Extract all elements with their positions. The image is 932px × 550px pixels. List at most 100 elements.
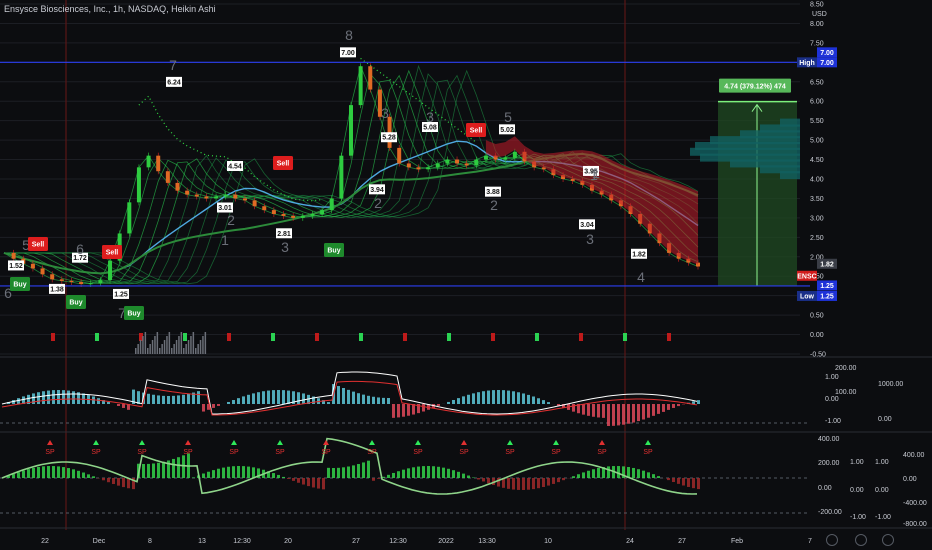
macd-histogram-bar bbox=[107, 402, 110, 404]
wave-count-label: 3 bbox=[281, 239, 289, 255]
osc-histogram-bar bbox=[522, 478, 525, 490]
macd-histogram-bar bbox=[272, 390, 275, 404]
osc-histogram-bar bbox=[447, 468, 450, 478]
macd-histogram-bar bbox=[602, 404, 605, 418]
signal-text: Sell bbox=[470, 128, 483, 135]
candle-body bbox=[11, 252, 16, 259]
osc-histogram-bar bbox=[277, 474, 280, 478]
osc-histogram-bar bbox=[532, 478, 535, 490]
volume-marker bbox=[535, 333, 539, 341]
macd-histogram-bar bbox=[492, 390, 495, 404]
log-scale-icon[interactable] bbox=[855, 534, 867, 546]
osc-marker-text: SP bbox=[551, 449, 561, 456]
candle-body bbox=[252, 200, 257, 207]
osc-marker-text: SP bbox=[643, 449, 653, 456]
candle-body bbox=[204, 196, 209, 199]
volume-bar bbox=[159, 348, 161, 354]
price-label-text: 3.01 bbox=[218, 205, 232, 212]
osc-far-tick: 400.00 bbox=[903, 452, 925, 459]
macd-histogram-bar bbox=[217, 404, 220, 406]
candle-body bbox=[40, 268, 45, 275]
volume-marker bbox=[447, 333, 451, 341]
price-label-text: 1.52 bbox=[9, 263, 23, 270]
osc-histogram-bar bbox=[507, 478, 510, 489]
macd-histogram-bar bbox=[177, 395, 180, 404]
macd-histogram-bar bbox=[512, 391, 515, 404]
macd-left-tick: 100.00 bbox=[835, 389, 857, 396]
osc-histogram-bar bbox=[437, 466, 440, 478]
macd-histogram-bar bbox=[657, 404, 660, 414]
wave-count-label: 1 bbox=[590, 167, 598, 183]
osc-histogram-bar bbox=[252, 467, 255, 478]
osc-histogram-bar bbox=[617, 466, 620, 478]
volume-bar bbox=[163, 340, 166, 354]
candle-body bbox=[397, 147, 402, 164]
macd-histogram-bar bbox=[692, 401, 695, 404]
osc-marker-arrow bbox=[599, 440, 605, 445]
auto-scale-icon[interactable] bbox=[882, 534, 894, 546]
osc-left-tick: 400.00 bbox=[818, 436, 840, 443]
candle-body bbox=[281, 214, 286, 216]
wave-count-label: 2 bbox=[227, 212, 235, 228]
macd-histogram-bar bbox=[402, 404, 405, 417]
osc-marker-text: SP bbox=[367, 449, 377, 456]
macd-left-tick: 200.00 bbox=[835, 365, 857, 372]
macd-histogram-bar bbox=[297, 392, 300, 404]
settings-icon[interactable] bbox=[826, 534, 838, 546]
osc-histogram-bar bbox=[342, 467, 345, 478]
volume-marker bbox=[271, 333, 275, 341]
macd-left-tick: 0.00 bbox=[825, 396, 839, 403]
osc-histogram-bar bbox=[677, 478, 680, 484]
macd-histogram-bar bbox=[197, 391, 200, 404]
price-label-text: 1.38 bbox=[50, 286, 64, 293]
osc-histogram-bar bbox=[357, 464, 360, 478]
osc-histogram-bar bbox=[37, 466, 40, 478]
candle-body bbox=[59, 279, 64, 281]
candle-body bbox=[108, 260, 113, 281]
volume-bar bbox=[137, 344, 139, 354]
macd-histogram-bar bbox=[627, 404, 630, 424]
chart-canvas[interactable]: 8.50 8.00 7.50 7.00 6.50 6.00 5.50 5.00 4.50 4.00… bbox=[0, 0, 932, 550]
macd-histogram-bar bbox=[72, 391, 75, 404]
osc-histogram-bar bbox=[392, 472, 395, 478]
time-tick-label: 27 bbox=[352, 538, 360, 545]
osc-histogram-bar bbox=[42, 466, 45, 478]
volume-marker bbox=[491, 333, 495, 341]
osc-histogram-bar bbox=[67, 468, 70, 478]
time-tick-label: 13 bbox=[198, 538, 206, 545]
candle-body bbox=[146, 155, 151, 168]
candle-body bbox=[406, 163, 411, 168]
osc-marker-arrow bbox=[277, 440, 283, 445]
macd-histogram-bar bbox=[367, 395, 370, 404]
macd-histogram-bar bbox=[497, 390, 500, 404]
volume-marker bbox=[227, 333, 231, 341]
trailing-stop-dots bbox=[138, 95, 323, 202]
osc-histogram-bar bbox=[82, 472, 85, 478]
volume-bar bbox=[149, 344, 151, 354]
macd-histogram-bar bbox=[522, 393, 525, 404]
osc-histogram-bar bbox=[207, 471, 210, 478]
osc-marker-arrow bbox=[231, 440, 237, 445]
osc-histogram-bar bbox=[387, 474, 390, 478]
volume-bar bbox=[175, 340, 178, 354]
osc-histogram-bar bbox=[17, 472, 20, 478]
macd-histogram-bar bbox=[597, 404, 600, 418]
price-label-text: 5.08 bbox=[423, 125, 437, 132]
chart-root: 8.50 8.00 7.50 7.00 6.50 6.00 5.50 5.00 4.50 4.00… bbox=[0, 0, 932, 550]
osc-histogram-bar bbox=[297, 478, 300, 483]
volume-bar bbox=[202, 336, 204, 354]
osc-histogram-bar bbox=[122, 478, 125, 488]
macd-histogram-bar bbox=[302, 393, 305, 404]
macd-histogram-bar bbox=[437, 404, 440, 406]
macd-histogram-bar bbox=[372, 396, 375, 404]
osc-histogram-bar bbox=[192, 477, 195, 478]
price-label-text: 1.82 bbox=[632, 251, 646, 258]
macd-histogram-bar bbox=[162, 395, 165, 404]
osc-marker-text: SP bbox=[91, 449, 101, 456]
price-tick-label: 7.50 bbox=[810, 40, 824, 47]
macd-left-tick: -1.00 bbox=[825, 418, 841, 425]
candle-body bbox=[156, 155, 161, 172]
osc-histogram-bar bbox=[142, 463, 145, 478]
volume-marker bbox=[95, 333, 99, 341]
macd-histogram-bar bbox=[542, 400, 545, 404]
